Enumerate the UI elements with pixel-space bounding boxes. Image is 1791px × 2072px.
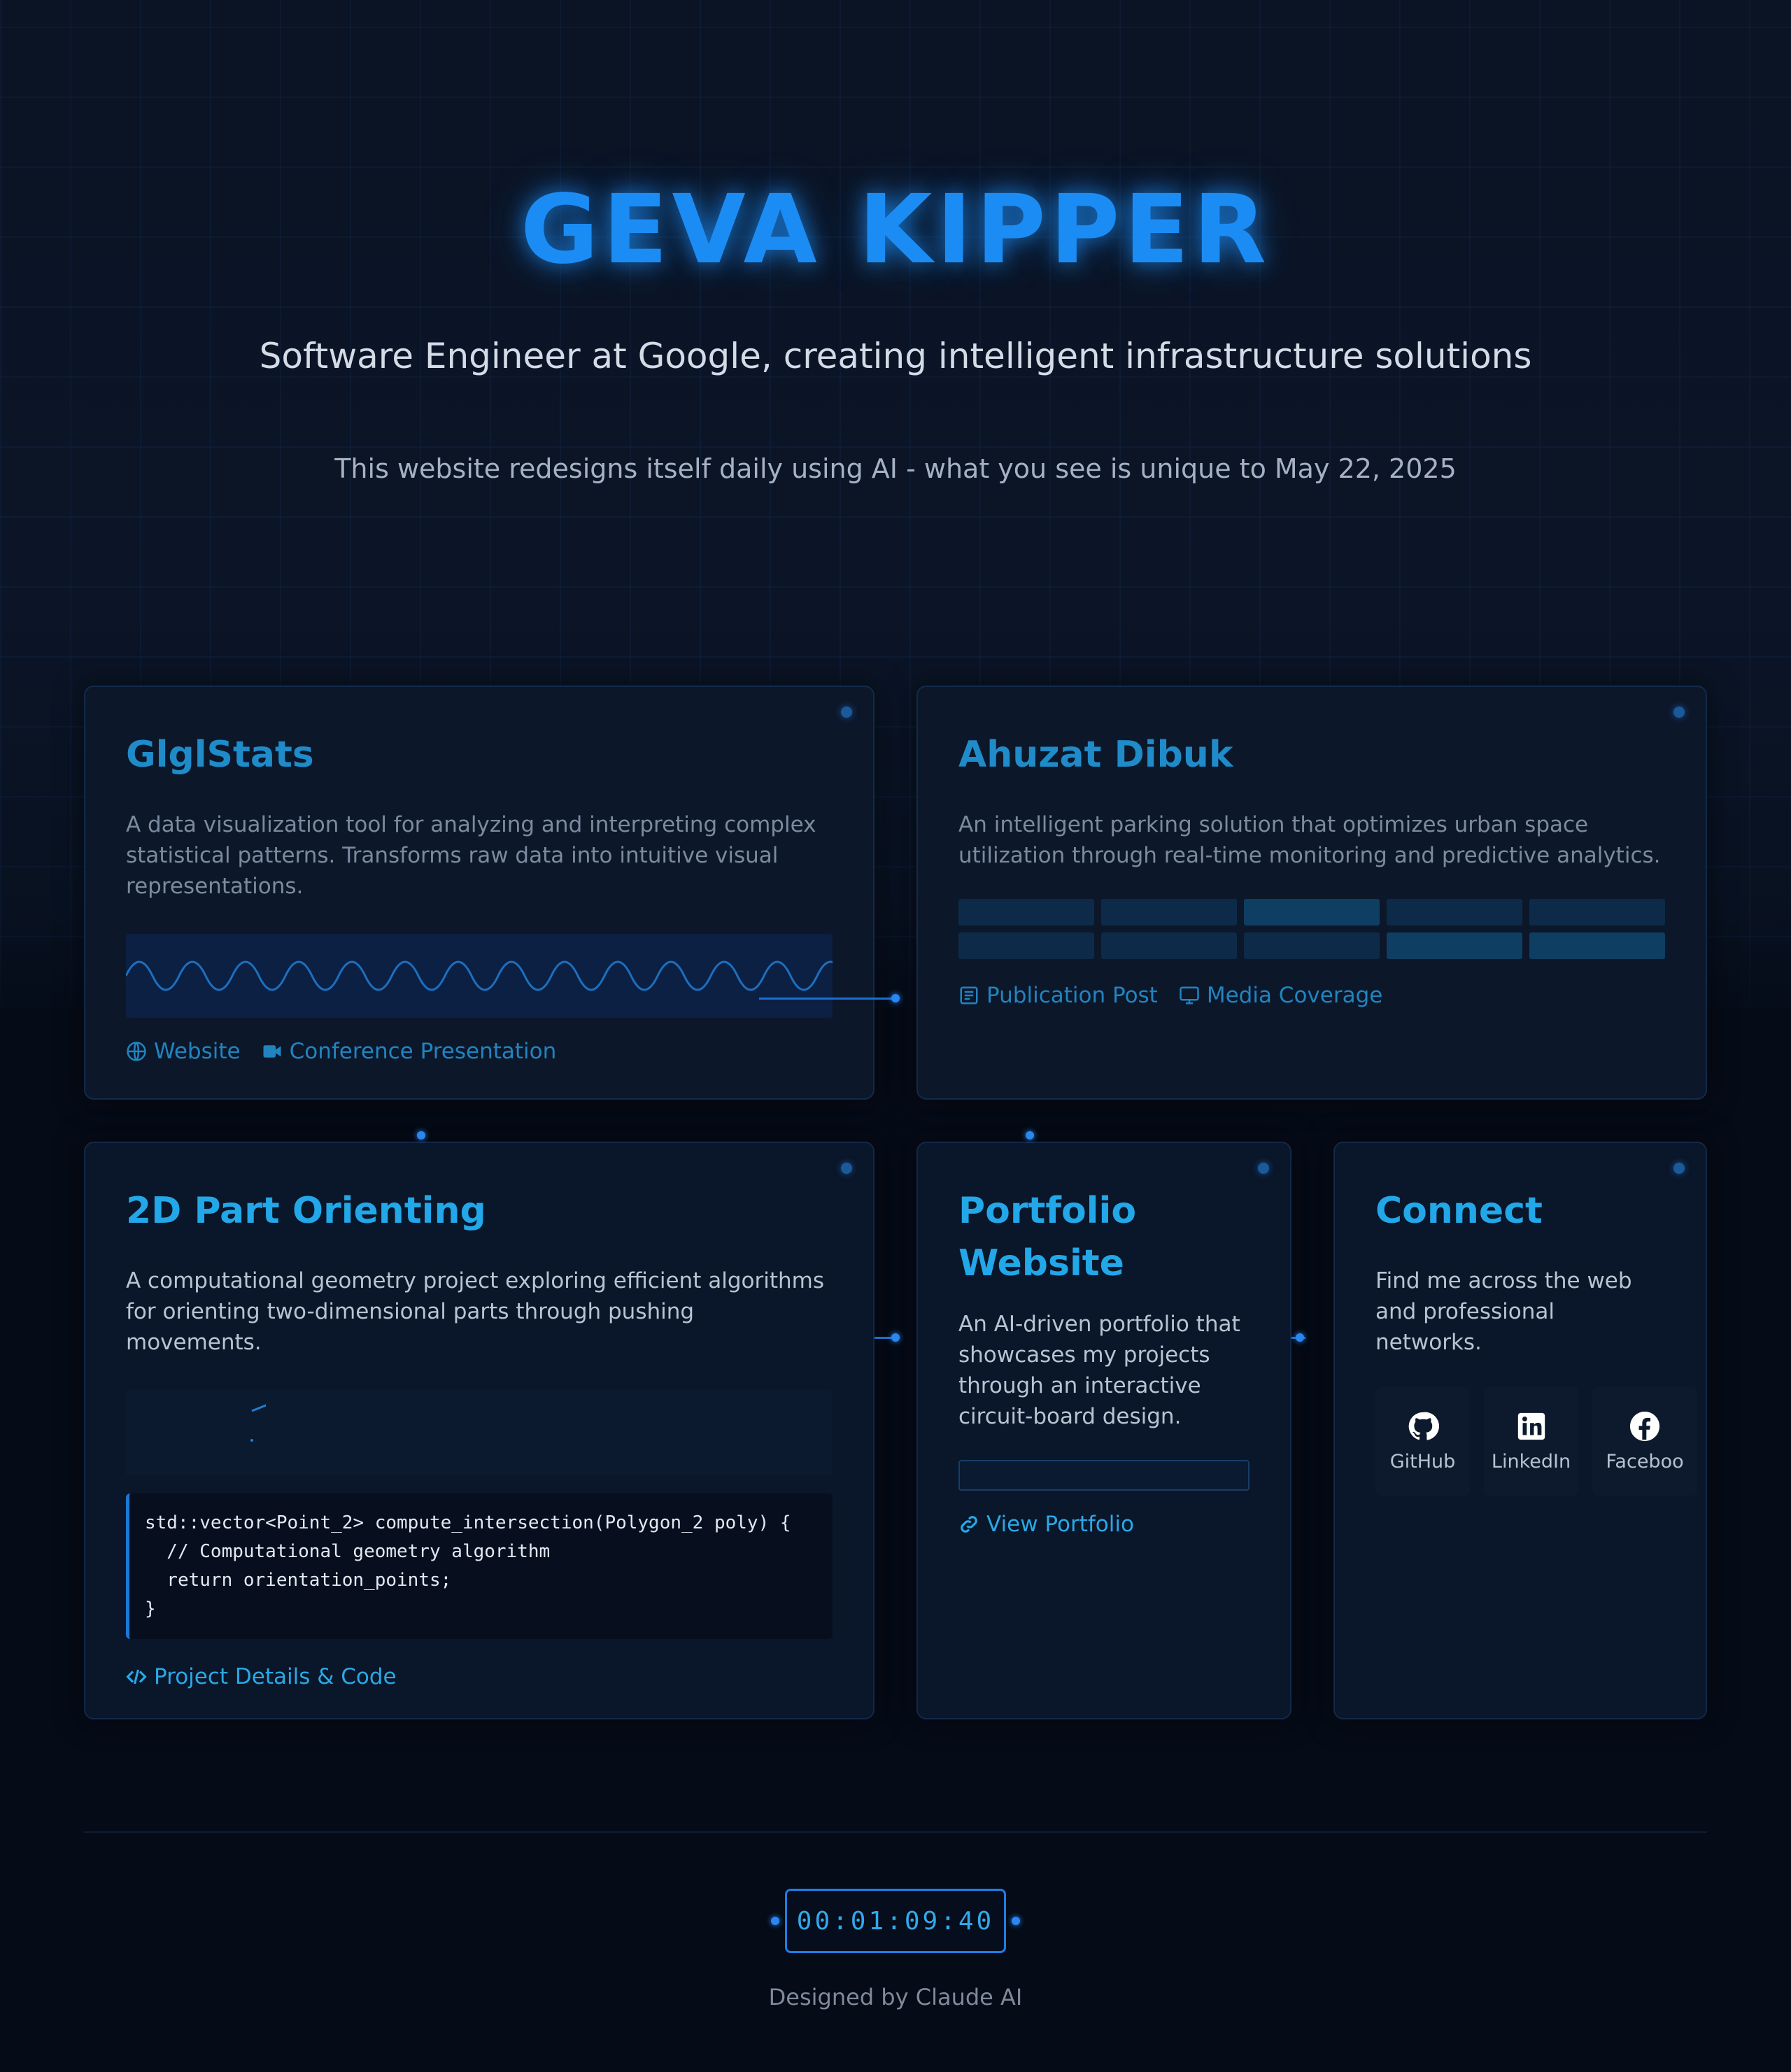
status-dot <box>1673 1163 1685 1174</box>
github-icon <box>1408 1412 1439 1440</box>
globe-icon <box>127 1042 146 1062</box>
website-link[interactable]: Website <box>126 1039 241 1064</box>
linkedin-label: LinkedIn <box>1491 1451 1571 1473</box>
code-snippet: std::vector<Point_2> compute_intersectio… <box>126 1493 833 1640</box>
card-links: Website Conference Presentation <box>126 1039 833 1064</box>
progress-bar <box>958 1459 1250 1491</box>
site-note: This website redesigns itself daily usin… <box>334 453 1457 484</box>
project-card-glglstats: GlglStats A data visualization tool for … <box>84 686 875 1100</box>
github-link[interactable]: GitHub <box>1375 1387 1470 1496</box>
website-link-label: Website <box>154 1039 241 1065</box>
github-label: GitHub <box>1389 1451 1456 1473</box>
card-links: View Portfolio <box>958 1512 1250 1537</box>
parking-grid <box>958 899 1665 960</box>
card-title: Portfolio Website <box>958 1190 1137 1285</box>
linkedin-link[interactable]: LinkedIn <box>1484 1387 1578 1496</box>
publication-link-label: Publication Post <box>986 983 1158 1009</box>
project-card-ahuzat-dibuk: Ahuzat Dibuk An intelligent parking solu… <box>916 686 1707 1100</box>
circuit-node <box>891 1333 900 1342</box>
parking-slot <box>958 932 1094 960</box>
rotating-shape <box>250 1403 288 1454</box>
social-links: GitHub LinkedIn Faceboo <box>1375 1387 1706 1496</box>
facebook-label: Faceboo <box>1606 1451 1684 1473</box>
newspaper-icon <box>960 986 978 1005</box>
status-dot <box>1258 1163 1269 1174</box>
card-links: Publication Post Media Coverage <box>958 983 1665 1008</box>
project-details-label: Project Details & Code <box>154 1664 397 1690</box>
site-title: GEVA KIPPER <box>520 175 1271 285</box>
monitor-icon <box>1180 986 1199 1005</box>
facebook-link[interactable]: Faceboo <box>1592 1387 1697 1496</box>
connect-title: Connect <box>1375 1190 1543 1232</box>
card-title: Ahuzat Dibuk <box>958 734 1233 776</box>
circuit-node <box>891 994 900 1002</box>
card-title: GlglStats <box>126 734 314 776</box>
circuit-node <box>1026 1131 1034 1140</box>
project-card-portfolio-website: Portfolio Website An AI-driven portfolio… <box>916 1142 1291 1719</box>
wave-line <box>126 961 833 991</box>
parking-slot <box>1529 899 1665 926</box>
view-portfolio-link[interactable]: View Portfolio <box>958 1512 1134 1537</box>
status-dot <box>1673 707 1685 718</box>
circuit-connector <box>759 998 896 1000</box>
media-link-label: Media Coverage <box>1206 983 1383 1009</box>
card-title: 2D Part Orienting <box>126 1190 486 1232</box>
connect-card: Connect Find me across the web and profe… <box>1333 1142 1707 1719</box>
card-description: A computational geometry project explori… <box>126 1268 824 1356</box>
status-dot <box>841 1163 852 1174</box>
card-description: An intelligent parking solution that opt… <box>958 812 1661 869</box>
site-subtitle: Software Engineer at Google, creating in… <box>259 336 1532 376</box>
circuit-node <box>771 1917 779 1925</box>
parking-slot <box>958 899 1094 926</box>
footer-credit: Designed by Claude AI <box>768 1984 1023 2010</box>
media-coverage-link[interactable]: Media Coverage <box>1179 983 1382 1008</box>
conference-presentation-link[interactable]: Conference Presentation <box>262 1039 557 1065</box>
parking-slot <box>1387 932 1522 960</box>
conference-link-label: Conference Presentation <box>289 1039 557 1065</box>
parking-slot <box>1101 899 1237 926</box>
card-description: An AI-driven portfolio that showcases my… <box>958 1311 1240 1429</box>
footer-divider <box>84 1831 1707 1833</box>
parking-slot <box>1101 932 1237 960</box>
uptime-timer: 00:01:09:40 <box>785 1889 1006 1953</box>
parking-slot <box>1387 899 1522 926</box>
parking-slot <box>1244 932 1380 960</box>
connect-description: Find me across the web and professional … <box>1375 1268 1632 1356</box>
view-portfolio-label: View Portfolio <box>986 1511 1134 1537</box>
status-dot <box>841 707 852 718</box>
circuit-node <box>1012 1917 1020 1925</box>
facebook-icon <box>1629 1412 1660 1442</box>
circuit-node <box>417 1131 425 1140</box>
circuit-node <box>1296 1333 1304 1342</box>
parking-slot <box>1244 899 1380 926</box>
publication-post-link[interactable]: Publication Post <box>958 983 1158 1008</box>
link-icon <box>961 1515 977 1533</box>
card-links: Project Details & Code <box>126 1664 833 1689</box>
video-icon <box>263 1045 281 1058</box>
project-details-link[interactable]: Project Details & Code <box>126 1664 397 1689</box>
parking-slot <box>1529 932 1665 960</box>
orientation-animation <box>126 1390 833 1476</box>
project-card-2d-part-orienting: 2D Part Orienting A computational geomet… <box>84 1142 875 1719</box>
code-icon <box>126 1670 147 1684</box>
wave-visualization <box>126 934 833 1019</box>
card-description: A data visualization tool for analyzing … <box>126 812 816 900</box>
linkedin-icon <box>1517 1413 1545 1440</box>
